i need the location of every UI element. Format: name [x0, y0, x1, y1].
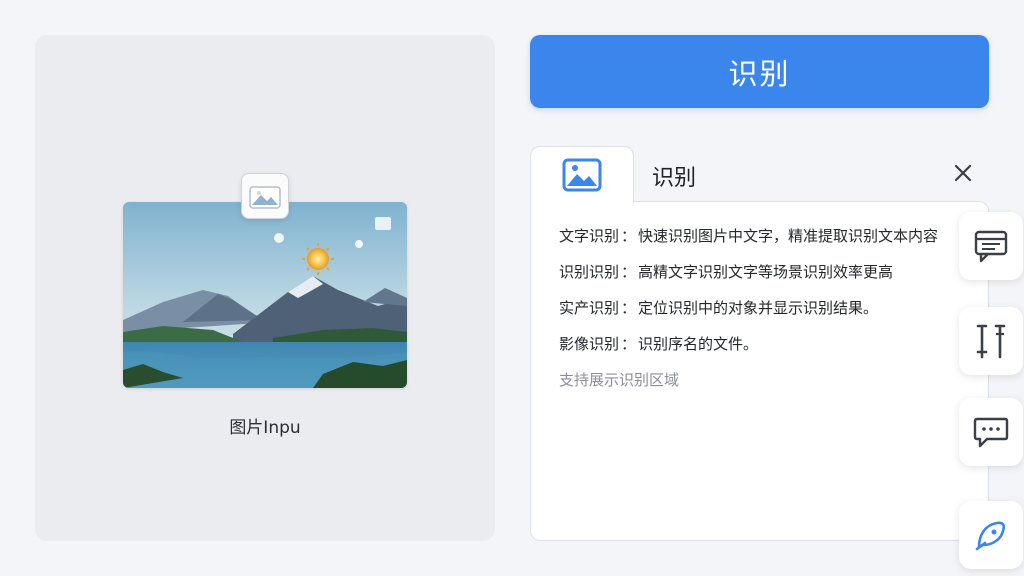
image-upload-panel[interactable]: 图片Inpu — [35, 35, 495, 541]
assistant-icon — [975, 521, 1006, 551]
document-chat-icon — [974, 230, 1008, 263]
image-folder-icon[interactable] — [241, 173, 289, 219]
result-label: 实产识别 — [559, 299, 620, 317]
result-text: 快速识别图片中文字，精准提取识别文本内容 — [638, 227, 939, 245]
document-chat-tool-button[interactable] — [959, 212, 1023, 280]
recognize-button[interactable]: 识别 — [530, 35, 989, 108]
result-line: 影像识别：识别序名的文件。 — [559, 334, 959, 370]
preview-image — [123, 202, 407, 388]
tools-icon — [976, 324, 1006, 359]
result-body: 文字识别：快速识别图片中文字，精准提取识别文本内容 识别识别：高精文字识别文字等… — [530, 201, 989, 541]
result-list: 文字识别：快速识别图片中文字，精准提取识别文本内容 识别识别：高精文字识别文字等… — [559, 226, 959, 390]
tab-title: 识别 — [652, 166, 697, 191]
result-card: 识别 文字识别：快速识别图片中文字，精准提取识别文本内容 识别识别：高精文字识别… — [530, 146, 989, 541]
result-line: 实产识别：定位识别中的对象并显示识别结果。 — [559, 298, 959, 334]
result-text: 定位识别中的对象并显示识别结果。 — [638, 299, 879, 317]
result-line: 文字识别：快速识别图片中文字，精准提取识别文本内容 — [559, 226, 959, 262]
separator: ： — [621, 263, 637, 281]
chat-icon — [973, 417, 1009, 448]
result-text: 高精文字识别文字等场景识别效率更高 — [638, 263, 894, 281]
assistant-button[interactable] — [959, 501, 1023, 569]
separator: ： — [621, 227, 637, 245]
result-label: 识别识别 — [559, 263, 620, 281]
tools-button[interactable] — [959, 307, 1023, 375]
image-icon — [562, 158, 602, 192]
result-hint: 支持展示识别区域 — [559, 371, 680, 389]
result-text: 识别序名的文件。 — [638, 335, 759, 353]
file-name-label: 图片Inpu — [229, 418, 301, 438]
app-root: 图片Inpu 识别 识别 文字识别：快速识别图片中文字，精准提取识别文本内容 识… — [0, 0, 1024, 576]
chat-button[interactable] — [959, 398, 1023, 466]
landscape-image — [123, 202, 407, 388]
close-icon[interactable] — [950, 160, 976, 186]
tab-image[interactable] — [530, 146, 634, 203]
result-label: 文字识别 — [559, 227, 620, 245]
separator: ： — [621, 299, 637, 317]
result-line: 识别识别：高精文字识别文字等场景识别效率更高 — [559, 262, 959, 298]
result-label: 影像识别 — [559, 335, 620, 353]
separator: ： — [621, 335, 637, 353]
